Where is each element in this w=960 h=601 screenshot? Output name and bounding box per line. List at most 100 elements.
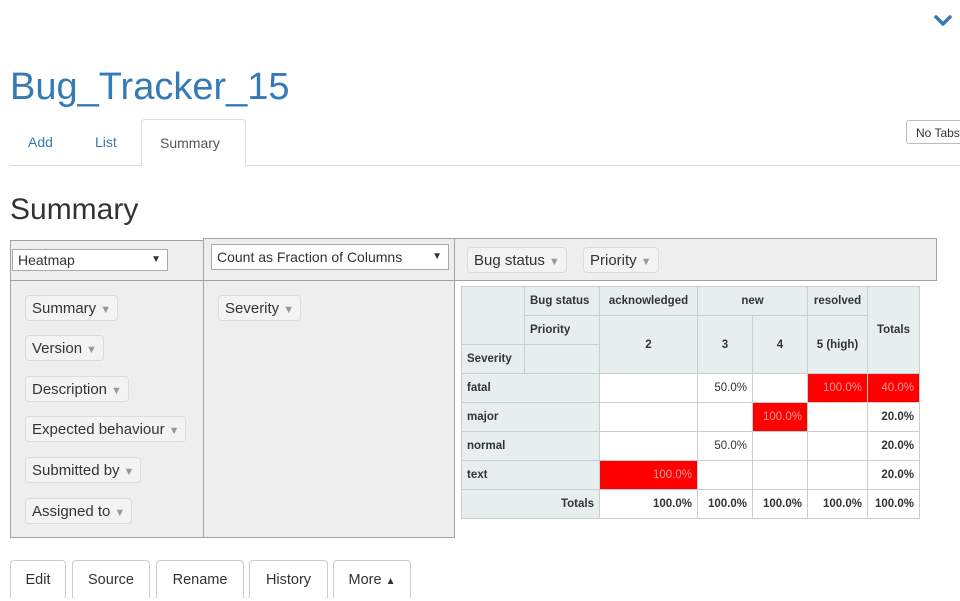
rename-button[interactable]: Rename bbox=[156, 560, 244, 598]
totals-row: Totals 100.0% 100.0% 100.0% 100.0% 100.0… bbox=[461, 489, 920, 519]
table-cell: 100.0% bbox=[752, 402, 808, 432]
col-field-priority[interactable]: Priority ▼ bbox=[583, 247, 659, 273]
table-cell: 100.0% bbox=[807, 373, 868, 403]
field-assigned-to[interactable]: Assigned to ▼ bbox=[25, 498, 133, 524]
table-cell bbox=[599, 431, 698, 461]
totals-label: Totals bbox=[461, 489, 600, 519]
unused-fields-area: Summary ▼ Version ▼ Description ▼ Expected … bbox=[10, 280, 204, 538]
dropdown-triangle-icon: ▼ bbox=[114, 507, 126, 519]
row-total: 20.0% bbox=[867, 402, 920, 432]
pill-label: Expected behaviour bbox=[32, 421, 165, 438]
source-button[interactable]: Source bbox=[72, 560, 150, 598]
row-field-severity[interactable]: Severity ▼ bbox=[218, 295, 302, 321]
more-button[interactable]: More ▲ bbox=[333, 560, 411, 598]
field-expected-behaviour[interactable]: Expected behaviour ▼ bbox=[25, 416, 187, 442]
pill-label: Version bbox=[32, 340, 83, 357]
renderer-select-value: Heatmap bbox=[18, 252, 75, 268]
col-header: 3 bbox=[697, 315, 753, 374]
pill-label: Submitted by bbox=[32, 462, 120, 479]
tab-bar: Add List Summary bbox=[10, 119, 960, 166]
col-attr-label: Priority bbox=[524, 315, 600, 345]
table-cell bbox=[807, 402, 868, 432]
field-version[interactable]: Version ▼ bbox=[25, 335, 104, 361]
table-cell bbox=[752, 373, 808, 403]
col-total: 100.0% bbox=[697, 489, 753, 519]
col-total: 100.0% bbox=[599, 489, 698, 519]
select-arrow-icon: ▼ bbox=[151, 254, 161, 265]
field-description[interactable]: Description ▼ bbox=[25, 376, 129, 402]
row-fields-area: Severity ▼ bbox=[203, 280, 455, 538]
renderer-select[interactable]: Heatmap ▼ bbox=[12, 249, 168, 271]
no-tabs-button[interactable]: No Tabs bbox=[906, 120, 960, 144]
tab-list[interactable]: List bbox=[95, 119, 117, 165]
col-field-bug-status[interactable]: Bug status ▼ bbox=[467, 247, 567, 273]
table-cell bbox=[752, 460, 808, 490]
dropdown-triangle-icon: ▼ bbox=[168, 425, 180, 437]
table-row: text 100.0% 20.0% bbox=[461, 460, 920, 490]
history-button[interactable]: History bbox=[249, 560, 328, 598]
dropdown-triangle-icon: ▼ bbox=[111, 385, 122, 397]
chevron-down-icon[interactable] bbox=[932, 10, 954, 32]
aggregator-cell: Count as Fraction of Columns ▼ bbox=[203, 238, 455, 281]
aggregator-select[interactable]: Count as Fraction of Columns ▼ bbox=[211, 244, 449, 270]
col-header: resolved bbox=[807, 286, 868, 316]
row-header: major bbox=[461, 402, 600, 432]
col-header: 2 bbox=[599, 315, 698, 374]
table-cell bbox=[807, 431, 868, 461]
col-header: 4 bbox=[752, 315, 808, 374]
tab-add[interactable]: Add bbox=[28, 119, 53, 165]
section-title: Summary bbox=[10, 193, 139, 226]
table-cell: 50.0% bbox=[697, 431, 753, 461]
dropdown-triangle-icon: ▼ bbox=[548, 256, 560, 268]
col-header: new bbox=[697, 286, 808, 316]
table-cell bbox=[807, 460, 868, 490]
pill-label: Severity bbox=[225, 300, 280, 317]
renderer-cell: Heatmap ▼ bbox=[10, 240, 204, 281]
pill-label: Bug status bbox=[474, 252, 545, 269]
row-total: 20.0% bbox=[867, 460, 920, 490]
pill-label: Summary bbox=[32, 300, 97, 317]
tab-summary[interactable]: Summary bbox=[141, 119, 246, 166]
aggregator-select-value: Count as Fraction of Columns bbox=[217, 249, 403, 265]
table-cell: 100.0% bbox=[599, 460, 698, 490]
row-header: normal bbox=[461, 431, 600, 461]
page-title: Bug_Tracker_15 bbox=[10, 66, 290, 108]
pill-label: Assigned to bbox=[32, 503, 111, 520]
select-arrow-icon: ▼ bbox=[432, 251, 442, 262]
row-header: fatal bbox=[461, 373, 600, 403]
edit-button[interactable]: Edit bbox=[10, 560, 66, 598]
col-total: 100.0% bbox=[752, 489, 808, 519]
dropdown-triangle-icon: ▼ bbox=[100, 304, 112, 316]
row-total: 20.0% bbox=[867, 431, 920, 461]
table-row: major 100.0% 20.0% bbox=[461, 402, 920, 432]
col-fields-area: Bug status ▼ Priority ▼ bbox=[454, 238, 937, 281]
table-cell bbox=[697, 460, 753, 490]
pill-label: Priority bbox=[590, 252, 637, 269]
pivot-table: Bug status acknowledged new resolved Tot… bbox=[461, 286, 920, 519]
totals-header: Totals bbox=[867, 286, 920, 374]
table-cell bbox=[599, 402, 698, 432]
corner-cell bbox=[461, 286, 525, 345]
more-label: More bbox=[348, 572, 382, 588]
col-header: acknowledged bbox=[599, 286, 698, 316]
table-cell bbox=[752, 431, 808, 461]
dropdown-triangle-icon: ▼ bbox=[640, 256, 652, 268]
col-attr-label: Bug status bbox=[524, 286, 600, 316]
field-submitted-by[interactable]: Submitted by ▼ bbox=[25, 457, 142, 483]
dropdown-triangle-icon: ▼ bbox=[86, 344, 97, 356]
dropdown-triangle-icon: ▼ bbox=[283, 304, 295, 316]
caret-up-icon: ▲ bbox=[385, 576, 396, 587]
col-header: 5 (high) bbox=[807, 315, 868, 374]
table-cell bbox=[599, 373, 698, 403]
field-summary[interactable]: Summary ▼ bbox=[25, 295, 119, 321]
row-total: 40.0% bbox=[867, 373, 920, 403]
table-cell bbox=[697, 402, 753, 432]
table-row: fatal 50.0% 100.0% 40.0% bbox=[461, 373, 920, 403]
pill-label: Description bbox=[32, 381, 108, 398]
dropdown-triangle-icon: ▼ bbox=[123, 466, 135, 478]
empty-header bbox=[524, 344, 600, 374]
row-attr-label: Severity bbox=[461, 344, 525, 374]
col-total: 100.0% bbox=[807, 489, 868, 519]
table-row: normal 50.0% 20.0% bbox=[461, 431, 920, 461]
row-header: text bbox=[461, 460, 600, 490]
